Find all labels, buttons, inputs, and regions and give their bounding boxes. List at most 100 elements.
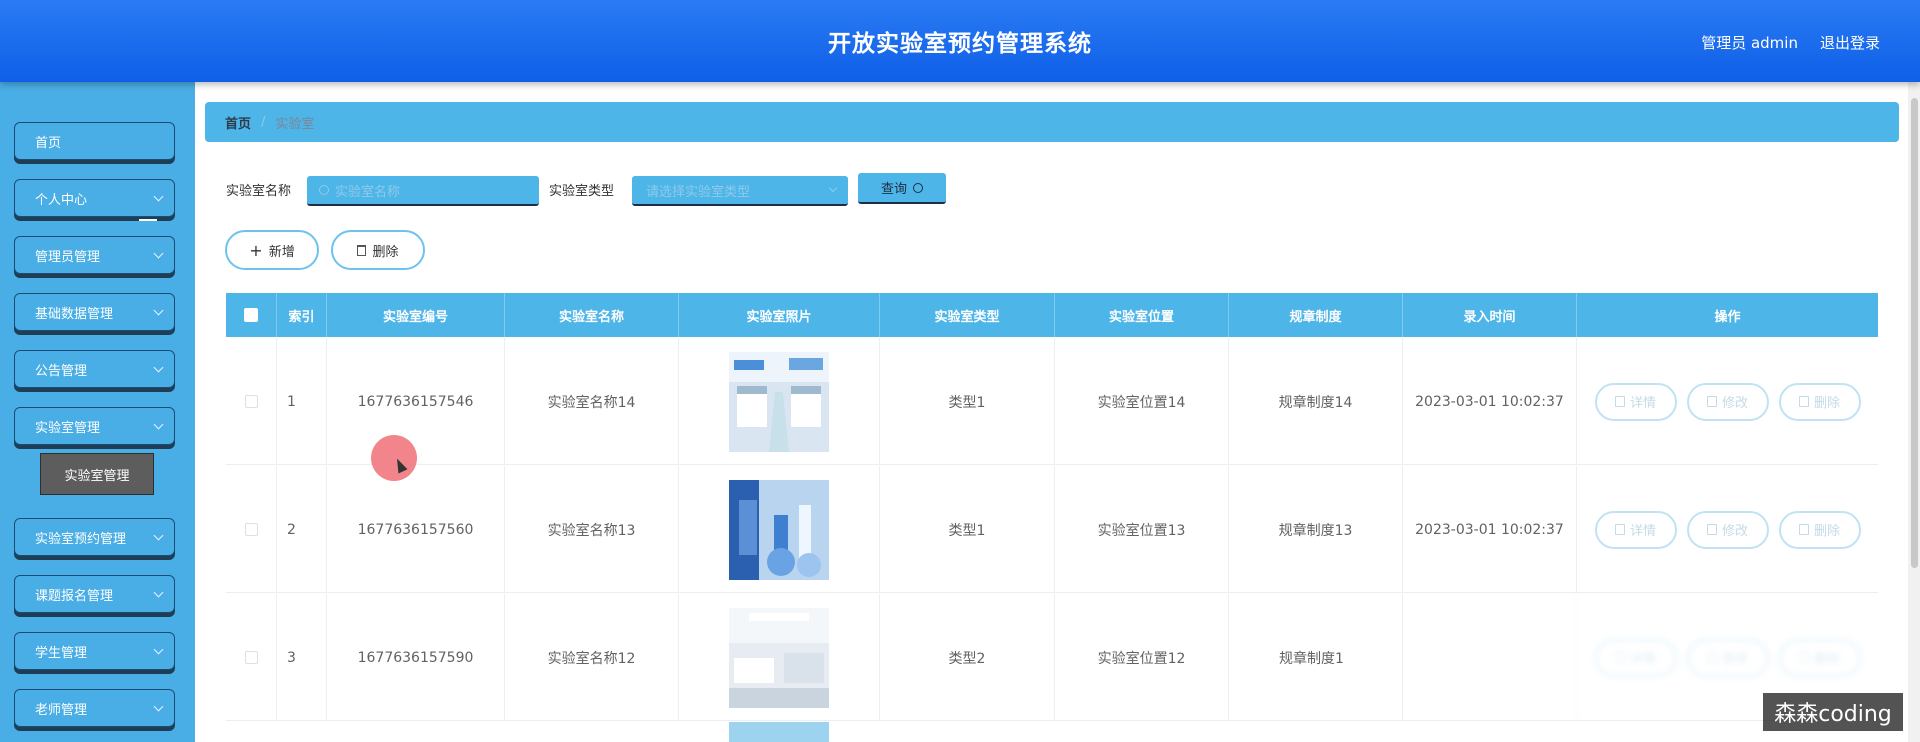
detail-button[interactable]: 详情 [1594, 510, 1677, 549]
code-cell: 1677636157590 [327, 594, 505, 721]
edit-button[interactable]: 修改 [1686, 510, 1769, 549]
column-header: 录入时间 [1403, 293, 1577, 337]
sidebar-item-label: 老师管理 [35, 702, 88, 718]
detail-button[interactable]: 详情 [1594, 382, 1677, 421]
chevron-down-icon [153, 305, 164, 316]
row-delete-button-label: 删除 [1813, 652, 1840, 667]
row-checkbox[interactable] [244, 651, 258, 664]
edit-icon [1706, 396, 1717, 407]
edit-button[interactable]: 修改 [1686, 638, 1769, 677]
sidebar-item-admin-management[interactable]: 管理员管理 [14, 236, 175, 274]
column-header: 实验室编号 [327, 293, 505, 337]
sidebar-item-basic-data[interactable]: 基础数据管理 [14, 293, 175, 331]
scrollbar-thumb[interactable] [1911, 98, 1918, 568]
chevron-down-icon [153, 644, 164, 655]
sidebar-item-students[interactable]: 学生管理 [14, 632, 175, 670]
document-icon [1614, 396, 1625, 407]
name-cell: 实验室名称14 [505, 338, 679, 465]
breadcrumb-home[interactable]: 首页 [225, 113, 251, 132]
row-delete-button[interactable]: 删除 [1778, 510, 1861, 549]
watermark: 森森coding [1763, 693, 1903, 731]
detail-button[interactable]: 详情 [1594, 638, 1677, 677]
top-right-menu: 管理员 admin 退出登录 [1701, 32, 1880, 53]
sidebar-item-lab-reservations[interactable]: 实验室预约管理 [14, 518, 175, 556]
lab-name-input[interactable]: 实验室名称 [307, 176, 539, 206]
detail-button-label: 详情 [1629, 524, 1656, 539]
type-cell: 类型2 [880, 594, 1055, 721]
sidebar-item-label: 个人中心 [35, 192, 88, 208]
edit-button-label: 修改 [1721, 652, 1748, 667]
breadcrumb-current: 实验室 [275, 116, 315, 132]
sidebar-item-announcements[interactable]: 公告管理 [14, 350, 175, 388]
location-cell: 实验室位置13 [1055, 466, 1229, 593]
chevron-down-icon [828, 183, 838, 193]
index-cell: 2 [277, 466, 327, 593]
add-button-label: 新增 [268, 244, 295, 260]
chevron-down-icon [153, 362, 164, 373]
query-button[interactable]: 查询 [858, 173, 946, 204]
chevron-down-icon [153, 530, 164, 541]
type-cell: 类型1 [880, 338, 1055, 465]
select-all-checkbox[interactable] [244, 308, 258, 322]
sidebar-item-label: 首页 [35, 135, 62, 151]
row-checkbox[interactable] [244, 395, 258, 408]
lab-photo[interactable] [729, 351, 829, 452]
rules-cell: 规章制度1 [1229, 594, 1403, 721]
lab-type-select[interactable]: 请选择实验室类型 [632, 176, 848, 206]
add-button[interactable]: + 新增 [225, 230, 319, 270]
name-cell: 实验室名称12 [505, 594, 679, 721]
row-delete-button[interactable]: 删除 [1778, 382, 1861, 421]
sidebar-item-teachers[interactable]: 老师管理 [14, 689, 175, 727]
edit-button-label: 修改 [1721, 524, 1748, 539]
rules-cell: 规章制度14 [1229, 338, 1403, 465]
delete-button-label: 删除 [372, 244, 399, 260]
chevron-down-icon [153, 701, 164, 712]
row-select-cell [226, 466, 277, 593]
sidebar-item-topic-registration[interactable]: 课题报名管理 [14, 575, 175, 613]
lab-photo[interactable] [729, 479, 829, 580]
query-button-label: 查询 [880, 182, 907, 197]
breadcrumb: 首页 / 实验室 [205, 102, 1899, 142]
trash-icon [1798, 524, 1809, 535]
lab-photo[interactable] [729, 607, 829, 708]
logout-link[interactable]: 退出登录 [1820, 32, 1880, 53]
operations-cell: 详情 修改 删除 [1577, 466, 1878, 593]
edit-button[interactable]: 修改 [1686, 382, 1769, 421]
time-cell: 2023-03-01 10:02:37 [1403, 466, 1577, 593]
column-header: 实验室名称 [505, 293, 679, 337]
app-title: 开放实验室预约管理系统 [828, 31, 1092, 57]
user-label[interactable]: 管理员 admin [1701, 32, 1798, 53]
top-bar: 开放实验室预约管理系统 管理员 admin 退出登录 [0, 0, 1920, 82]
row-delete-button-label: 删除 [1813, 524, 1840, 539]
sidebar-item-home[interactable]: 首页 [14, 122, 175, 160]
sidebar-item-personal-center[interactable]: 个人中心 [14, 179, 175, 221]
sidebar-item-label: 学生管理 [35, 645, 88, 661]
row-delete-button[interactable]: 删除 [1778, 638, 1861, 677]
photo-cell [679, 466, 880, 593]
sidebar-item-lab-management[interactable]: 实验室管理 [14, 407, 175, 445]
sidebar-item-label: 管理员管理 [35, 249, 101, 265]
delete-button[interactable]: 删除 [331, 230, 425, 270]
breadcrumb-separator: / [261, 114, 266, 130]
trash-icon [1798, 652, 1809, 663]
edit-icon [1706, 524, 1717, 535]
sidebar-item-label: 实验室管理 [35, 420, 101, 436]
column-header: 操作 [1714, 309, 1741, 325]
sidebar-item-label: 实验室预约管理 [35, 531, 127, 547]
document-icon [1614, 524, 1625, 535]
row-checkbox[interactable] [244, 523, 258, 536]
lab-photo[interactable] [729, 722, 829, 742]
code-cell: 1677636157560 [327, 466, 505, 593]
column-header: 实验室类型 [880, 293, 1055, 337]
submenu-item-lab-management[interactable]: 实验室管理 [40, 453, 154, 495]
name-cell: 实验室名称13 [505, 466, 679, 593]
chevron-down-icon [153, 419, 164, 430]
sidebar-item-label: 公告管理 [35, 363, 88, 379]
table-row [226, 722, 1878, 742]
header-select-all [226, 293, 277, 337]
trash-icon [1798, 396, 1809, 407]
chevron-down-icon [153, 587, 164, 598]
column-header: 实验室位置 [1055, 293, 1229, 337]
row-delete-button-label: 删除 [1813, 396, 1840, 411]
time-cell [1403, 594, 1577, 721]
